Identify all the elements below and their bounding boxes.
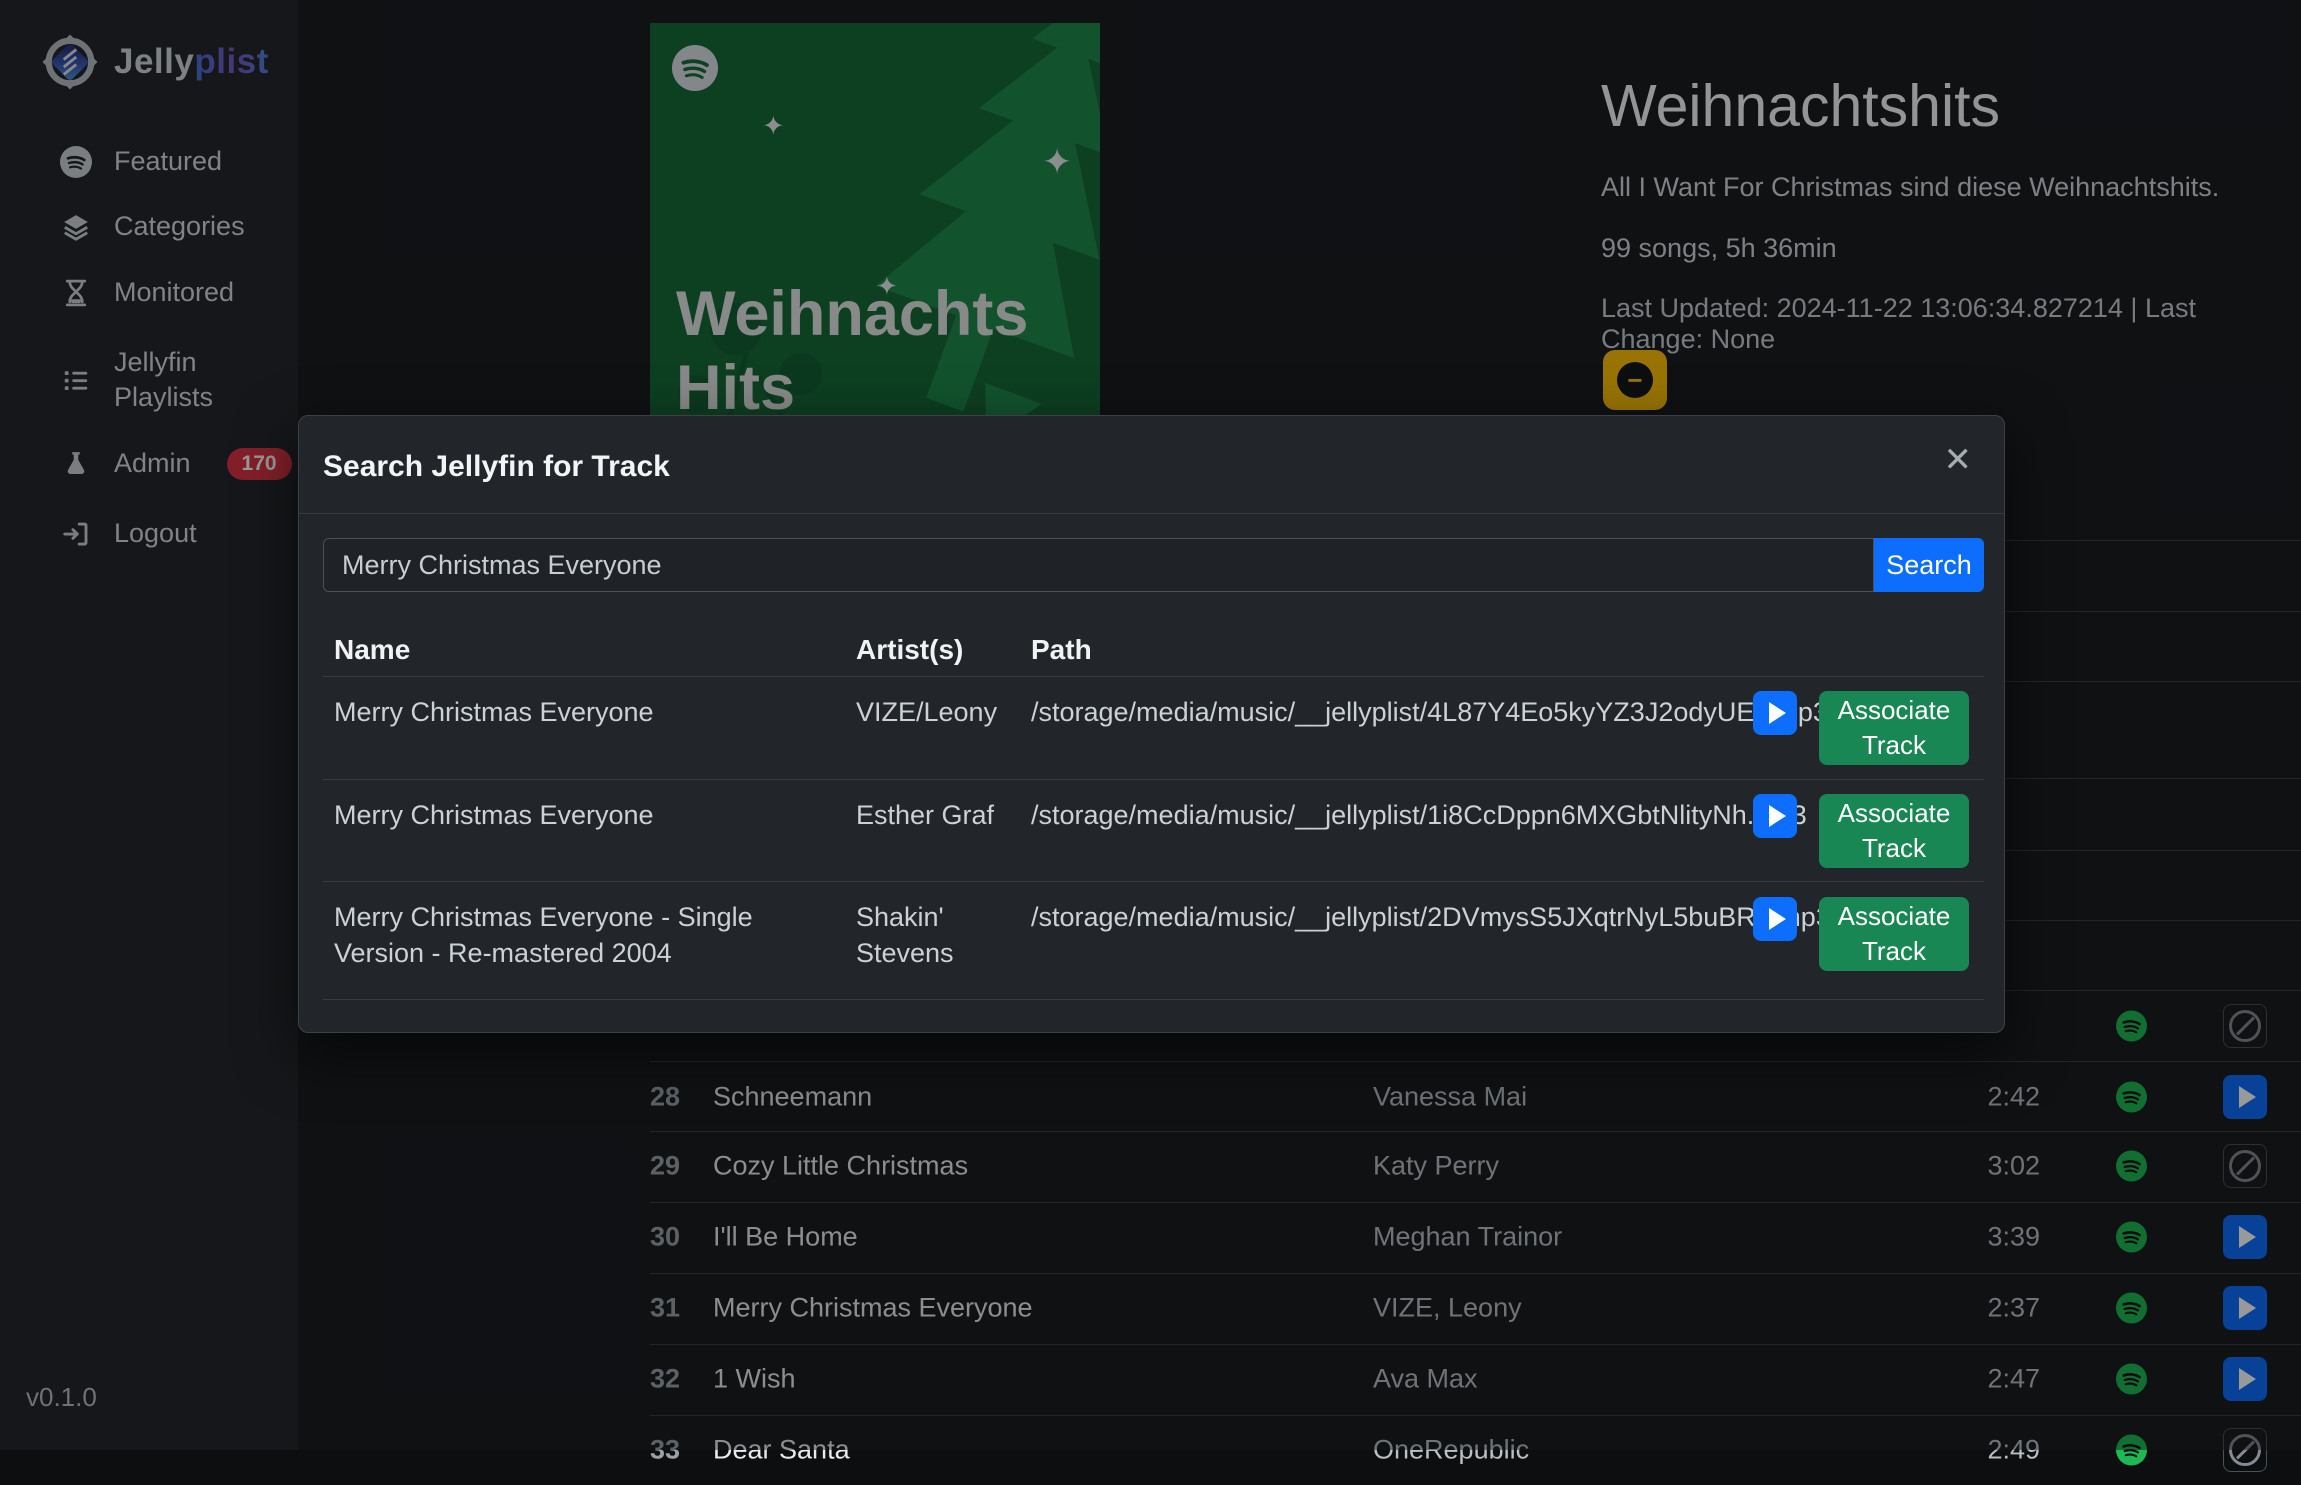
- associate-track-button[interactable]: Associate Track: [1819, 691, 1969, 765]
- modal-title: Search Jellyfin for Track: [323, 450, 670, 484]
- search-jellyfin-modal: Search Jellyfin for Track ✕ Search Name …: [298, 415, 2005, 1033]
- play-icon: [1769, 702, 1786, 724]
- play-icon: [1769, 908, 1786, 930]
- preview-play-button[interactable]: [1753, 691, 1797, 735]
- result-artists: Esther Graf: [856, 797, 1016, 833]
- modal-header-divider: [299, 513, 2004, 514]
- row-divider: [323, 676, 1984, 677]
- row-divider: [323, 999, 1984, 1000]
- preview-play-button[interactable]: [1753, 794, 1797, 838]
- result-path: /storage/media/music/__jellyplist/4L87Y4…: [1031, 694, 1828, 730]
- row-divider: [323, 881, 1984, 882]
- play-icon: [1769, 805, 1786, 827]
- column-header-path: Path: [1031, 634, 1092, 666]
- result-name: Merry Christmas Everyone - Single Versio…: [334, 899, 849, 972]
- result-artists: Shakin' Stevens: [856, 899, 1016, 972]
- preview-play-button[interactable]: [1753, 897, 1797, 941]
- associate-track-button[interactable]: Associate Track: [1819, 897, 1969, 971]
- row-divider: [323, 779, 1984, 780]
- search-input[interactable]: [323, 538, 1874, 592]
- associate-track-button[interactable]: Associate Track: [1819, 794, 1969, 868]
- column-header-name: Name: [334, 634, 410, 666]
- column-header-artists: Artist(s): [856, 634, 963, 666]
- search-button[interactable]: Search: [1874, 538, 1984, 592]
- close-icon[interactable]: ✕: [1938, 442, 1979, 478]
- app-screen: ✦ ✦ ✦ Weihnachts Hits Weihnachtshits All…: [0, 0, 2301, 1450]
- result-path: /storage/media/music/__jellyplist/2DVmys…: [1031, 899, 1831, 935]
- result-path: /storage/media/music/__jellyplist/1i8CcD…: [1031, 797, 1807, 833]
- result-name: Merry Christmas Everyone: [334, 694, 849, 730]
- result-artists: VIZE/Leony: [856, 694, 1016, 730]
- result-name: Merry Christmas Everyone: [334, 797, 849, 833]
